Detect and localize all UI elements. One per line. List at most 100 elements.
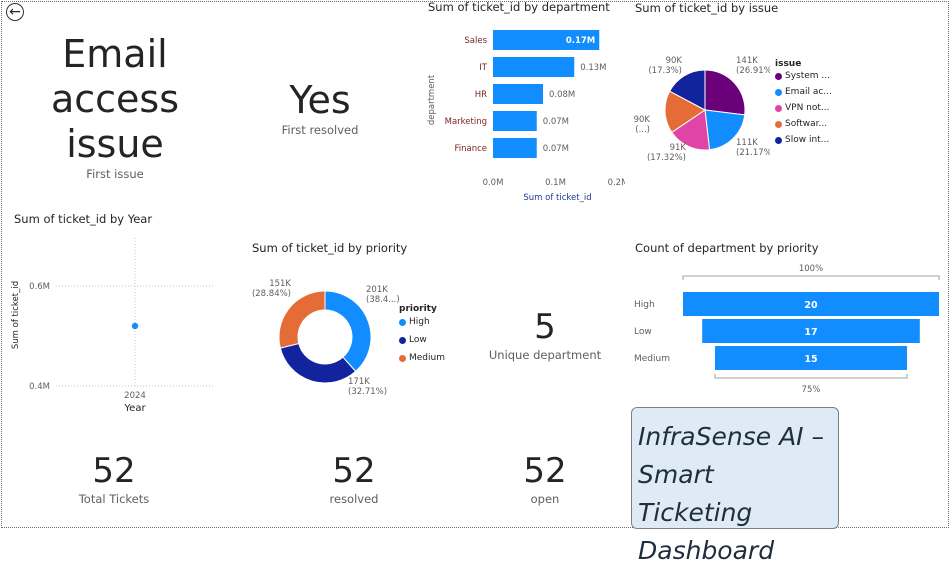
funnel-bottom-percent: 75%: [802, 385, 821, 395]
funnel-value-label: 15: [804, 354, 817, 365]
priority-legend-item[interactable]: Low: [399, 335, 445, 345]
priority-legend: priority High Low Medium: [399, 304, 445, 371]
priority-donut-chart[interactable]: 201K (38.4...) 171K (32.71%) 151K (28.84%): [245, 270, 405, 405]
total-tickets-label: Total Tickets: [78, 492, 150, 506]
chart-title-department: Sum of ticket_id by department: [428, 0, 610, 14]
legend-swatch: [775, 120, 782, 128]
funnel-top-bracket: [682, 275, 940, 280]
chart-title-year: Sum of ticket_id by Year: [14, 212, 153, 226]
issue-data-label: 90K (17.3%): [648, 56, 682, 76]
issue-legend-title: issue: [775, 59, 802, 69]
issue-legend-item[interactable]: Softwar...: [775, 119, 832, 129]
unique-department-value: 5: [534, 307, 556, 347]
priority-legend-item[interactable]: Medium: [399, 353, 445, 363]
legend-swatch: [399, 336, 406, 344]
priority-legend-item[interactable]: High: [399, 317, 445, 327]
issue-legend-item[interactable]: Slow int...: [775, 135, 832, 145]
first-issue-line-2: access: [50, 77, 180, 121]
funnel-value-label: 20: [804, 300, 818, 311]
legend-swatch: [775, 72, 782, 80]
open-value: 52: [523, 451, 567, 491]
priority-donut-slice: [278, 290, 326, 349]
department-bar: [493, 84, 543, 104]
resolved-value: 52: [332, 451, 376, 491]
department-axis-title: department: [427, 74, 437, 125]
card-first-resolved[interactable]: Yes First resolved: [250, 77, 390, 137]
legend-swatch: [775, 88, 782, 96]
year-scatter-chart[interactable]: Sum of ticket_id 0.6M 0.4M 2024 Year: [8, 230, 223, 420]
department-data-label: 0.08M: [549, 90, 575, 100]
priority-data-label: 151K (28.84%): [252, 279, 291, 299]
issue-pie-chart[interactable]: 141K(26.91%) 111K(21.17%) 91K(17.32%) 90K(.…: [630, 50, 770, 170]
department-x-tick: 0.1M: [545, 178, 566, 188]
priority-legend-title: priority: [399, 304, 437, 314]
year-data-point: [131, 322, 139, 330]
funnel-category-label: Low: [634, 327, 652, 337]
card-resolved[interactable]: 52 resolved: [304, 450, 404, 506]
department-bar: [493, 111, 537, 131]
chart-title-funnel: Count of department by priority: [635, 241, 819, 255]
issue-legend: issue System ... Email ac... VPN not... Sof…: [775, 59, 832, 151]
chart-title-priority: Sum of ticket_id by priority: [252, 241, 408, 255]
department-bar: [493, 57, 575, 77]
legend-label: System ...: [785, 71, 831, 81]
back-arrow-icon[interactable]: ←: [6, 3, 24, 21]
department-tick-label: HR: [475, 90, 487, 100]
issue-data-label: 111K(21.17%): [736, 138, 770, 158]
legend-label: Medium: [409, 353, 445, 363]
issue-data-label: 90K (...): [634, 115, 651, 135]
card-first-issue[interactable]: Email access issue First issue: [30, 32, 200, 181]
department-data-label: 0.07M: [543, 144, 569, 154]
open-label: open: [530, 492, 560, 506]
funnel-category-label: Medium: [634, 354, 670, 364]
legend-label: Low: [409, 335, 427, 345]
funnel-category-label: High: [634, 300, 655, 310]
year-x-tick: 2024: [124, 391, 146, 401]
legend-swatch: [399, 354, 406, 362]
legend-swatch: [775, 104, 782, 112]
department-data-label: 0.07M: [543, 117, 569, 127]
legend-label: High: [409, 317, 430, 327]
priority-data-label: 201K (38.4...): [366, 285, 400, 305]
priority-funnel-chart[interactable]: 100% High 20 Low 17 Medium 15 75%: [630, 258, 945, 408]
department-tick-label: IT: [479, 63, 488, 73]
card-total-tickets[interactable]: 52 Total Tickets: [64, 450, 164, 506]
issue-legend-item[interactable]: VPN not...: [775, 103, 832, 113]
issue-pie-slice: [704, 69, 746, 116]
legend-label: Email ac...: [785, 87, 832, 97]
banner-line-1: InfraSense AI –: [638, 422, 824, 451]
funnel-top-percent: 100%: [799, 264, 823, 274]
legend-swatch: [775, 136, 782, 144]
issue-legend-item[interactable]: Email ac...: [775, 87, 832, 97]
card-open[interactable]: 52 open: [495, 450, 595, 506]
department-tick-label: Finance: [454, 144, 487, 154]
first-issue-line-3: issue: [66, 122, 164, 166]
year-y-tick: 0.6M: [29, 282, 50, 292]
first-issue-line-1: Email: [62, 32, 168, 76]
first-resolved-label: First resolved: [281, 123, 359, 137]
year-y-axis-title: Sum of ticket_id: [11, 281, 21, 349]
legend-label: Slow int...: [785, 135, 830, 145]
issue-legend-item[interactable]: System ...: [775, 71, 832, 81]
chart-title-issue: Sum of ticket_id by issue: [635, 1, 779, 15]
legend-label: Softwar...: [785, 119, 828, 129]
department-x-tick: 0.2M: [608, 178, 625, 188]
resolved-label: resolved: [329, 492, 379, 506]
priority-donut-slice: [324, 290, 372, 373]
banner-line-2: Smart Ticketing: [638, 460, 753, 527]
card-unique-department[interactable]: 5 Unique department: [480, 306, 610, 362]
department-data-label: 0.17M: [566, 36, 595, 46]
funnel-bottom-bracket: [714, 374, 908, 379]
department-tick-label: Sales: [464, 36, 487, 46]
priority-donut-slice: [279, 342, 357, 384]
priority-data-label: 171K (32.71%): [348, 377, 387, 397]
banner-line-3: Dashboard: [638, 536, 775, 565]
department-x-axis-title: Sum of ticket_id: [523, 193, 591, 203]
department-bar: [493, 138, 537, 158]
dashboard-title-banner: InfraSense AI – Smart Ticketing Dashboar…: [631, 407, 839, 565]
first-issue-label: First issue: [86, 167, 144, 181]
issue-data-label: 141K(26.91%): [736, 56, 770, 76]
department-bar-chart[interactable]: department Sales 0.17M IT 0.13M HR 0.08M Market…: [420, 16, 625, 206]
year-y-tick: 0.4M: [29, 382, 50, 392]
department-tick-label: Marketing: [445, 117, 487, 127]
